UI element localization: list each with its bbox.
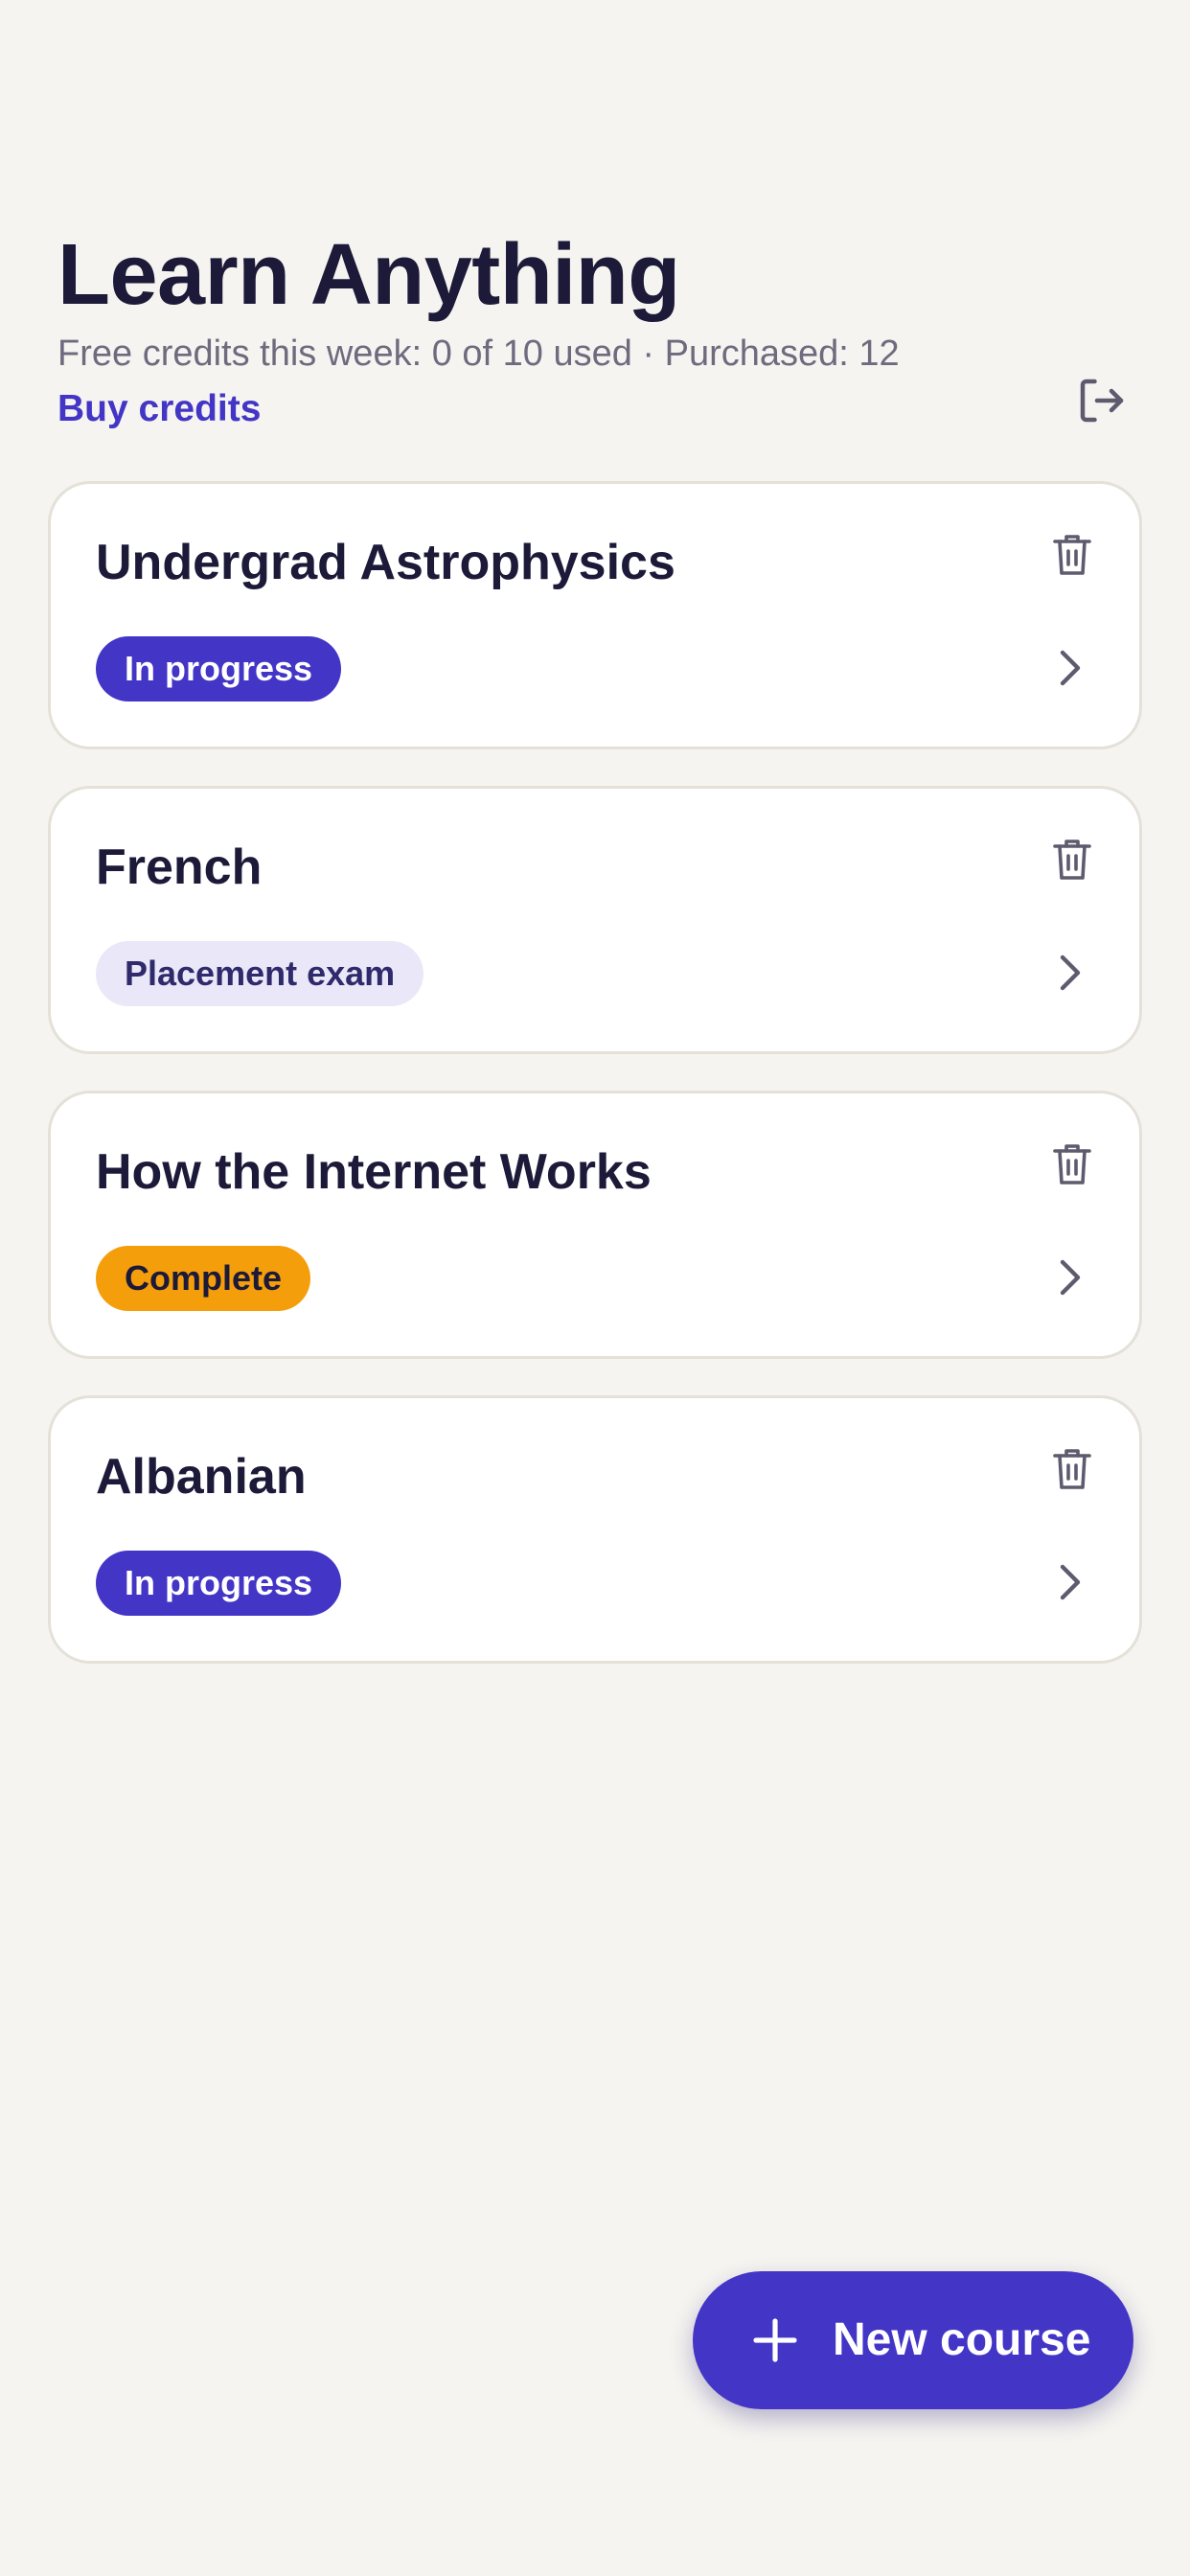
- course-title: French: [96, 840, 263, 895]
- plus-icon: [752, 2317, 798, 2363]
- status-badge: In progress: [96, 636, 342, 702]
- new-course-label: New course: [833, 2314, 1091, 2365]
- logout-icon: [1073, 379, 1131, 433]
- course-title: How the Internet Works: [96, 1144, 652, 1200]
- course-list: Undergrad Astrophysics In progress Frenc…: [48, 481, 1142, 1700]
- delete-course-button[interactable]: [1049, 1444, 1095, 1494]
- trash-icon: [1049, 840, 1095, 888]
- course-card[interactable]: Undergrad Astrophysics In progress: [48, 481, 1142, 749]
- header: Learn Anything Free credits this week: 0…: [57, 222, 1133, 433]
- trash-icon: [1049, 535, 1095, 584]
- delete-course-button[interactable]: [1049, 835, 1095, 885]
- chevron-right-icon: [1053, 1561, 1087, 1603]
- chevron-right-icon: [1053, 952, 1087, 994]
- chevron-right-icon: [1053, 647, 1087, 689]
- status-badge: In progress: [96, 1551, 342, 1616]
- buy-credits-link[interactable]: Buy credits: [57, 385, 261, 433]
- page-title: Learn Anything: [57, 227, 680, 323]
- course-title: Undergrad Astrophysics: [96, 535, 675, 590]
- credits-summary: Free credits this week: 0 of 10 used · P…: [57, 334, 900, 374]
- logout-button[interactable]: [1073, 372, 1131, 429]
- chevron-right-icon: [1053, 1256, 1087, 1299]
- course-title: Albanian: [96, 1449, 307, 1505]
- trash-icon: [1049, 1449, 1095, 1498]
- course-card[interactable]: Albanian In progress: [48, 1395, 1142, 1664]
- course-card[interactable]: French Placement exam: [48, 786, 1142, 1054]
- status-badge: Placement exam: [96, 941, 424, 1006]
- course-card[interactable]: How the Internet Works Complete: [48, 1091, 1142, 1359]
- trash-icon: [1049, 1144, 1095, 1193]
- course-list-screen: Learn Anything Free credits this week: 0…: [0, 0, 1190, 2576]
- status-badge: Complete: [96, 1246, 311, 1311]
- new-course-button[interactable]: New course: [693, 2271, 1133, 2409]
- delete-course-button[interactable]: [1049, 530, 1095, 580]
- delete-course-button[interactable]: [1049, 1139, 1095, 1189]
